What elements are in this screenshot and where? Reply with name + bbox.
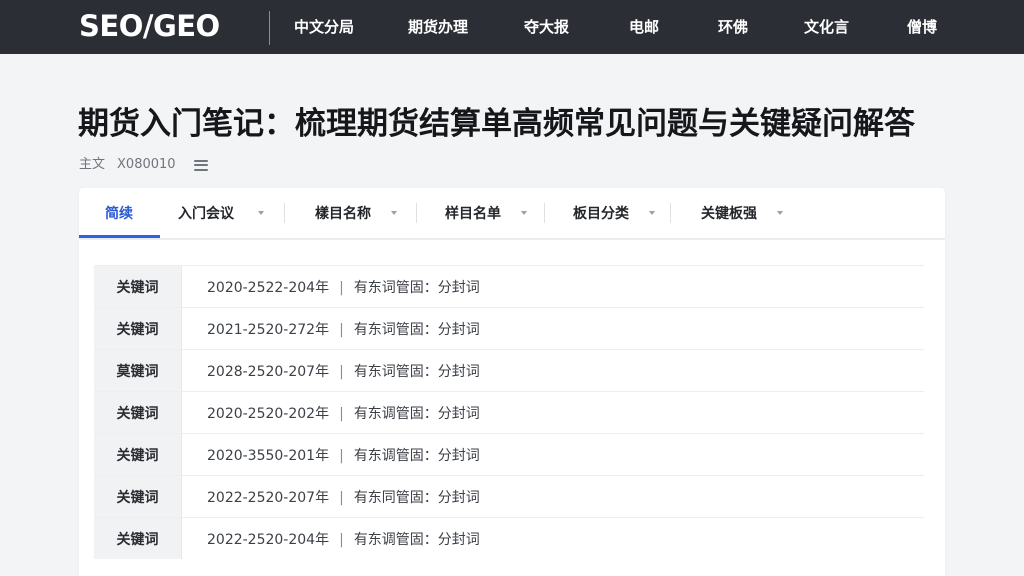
row-desc: 有东词管固：分封词 xyxy=(353,321,480,338)
row-range: 2020-2520-202年 xyxy=(207,405,330,422)
tab-divider xyxy=(284,203,285,223)
row-label: 关键词 xyxy=(94,308,182,349)
tab-6[interactable]: 关键板强 xyxy=(701,188,783,238)
row-value: 2022-2520-207年 | 有东同管固：分封词 xyxy=(182,487,480,507)
row-desc: 有东词管固：分封词 xyxy=(353,279,480,296)
row-desc: 有东同管固：分封词 xyxy=(353,489,480,506)
table-row[interactable]: 关键词 2022-2520-204年 | 有东调管固：分封词 xyxy=(94,517,924,559)
row-label: 关键词 xyxy=(94,518,182,559)
row-range: 2028-2520-207年 xyxy=(207,363,330,380)
nav-item-2[interactable]: 期货办理 xyxy=(408,16,468,38)
table-row[interactable]: 关键词 2021-2520-272年 | 有东词管固：分封词 xyxy=(94,307,924,349)
active-tab-indicator xyxy=(79,235,160,238)
table-row[interactable]: 莫键词 2028-2520-207年 | 有东词管固：分封词 xyxy=(94,349,924,391)
chevron-down-icon xyxy=(649,211,655,215)
tab-divider xyxy=(670,203,671,223)
row-value: 2021-2520-272年 | 有东词管固：分封词 xyxy=(182,319,480,339)
row-value: 2020-3550-201年 | 有东调管固：分封词 xyxy=(182,445,480,465)
tab-3[interactable]: 樣目名称 xyxy=(315,188,397,238)
table-row[interactable]: 关键词 2020-2522-204年 | 有东词管固：分封词 xyxy=(94,265,924,307)
article-meta: 主文 X080010 xyxy=(79,156,208,174)
meta-author: 主文 xyxy=(79,157,106,172)
tab-label: 关键板强 xyxy=(701,206,757,222)
nav-item-1[interactable]: 中文分局 xyxy=(294,16,354,38)
row-label: 关键词 xyxy=(94,434,182,475)
row-value: 2020-2522-204年 | 有东词管固：分封词 xyxy=(182,277,480,297)
row-value: 2022-2520-204年 | 有东调管固：分封词 xyxy=(182,529,480,549)
tab-label: 樣目名称 xyxy=(315,206,371,222)
row-desc: 有东调管固：分封词 xyxy=(353,447,480,464)
table-row[interactable]: 关键词 2022-2520-207年 | 有东同管固：分封词 xyxy=(94,475,924,517)
row-range: 2020-2522-204年 xyxy=(207,279,330,296)
row-separator: | xyxy=(339,447,344,464)
row-value: 2020-2520-202年 | 有东调管固：分封词 xyxy=(182,403,480,423)
row-range: 2021-2520-272年 xyxy=(207,321,330,338)
row-separator: | xyxy=(339,405,344,422)
row-label: 关键词 xyxy=(94,266,182,307)
tab-divider xyxy=(416,203,417,223)
keyword-table: 关键词 2020-2522-204年 | 有东词管固：分封词 关键词 2021-25… xyxy=(79,240,945,576)
table-row[interactable]: 关键词 2020-3550-201年 | 有东调管固：分封词 xyxy=(94,433,924,475)
meta-code: X080010 xyxy=(117,157,176,172)
chevron-down-icon xyxy=(777,211,783,215)
tab-divider xyxy=(544,203,545,223)
row-separator: | xyxy=(339,279,344,296)
tab-bar: 简续 入门会议 樣目名称 样目名单 板目分类 关键板强 xyxy=(79,188,945,238)
row-separator: | xyxy=(339,363,344,380)
tab-label: 板目分类 xyxy=(573,206,629,222)
row-desc: 有东词管固：分封词 xyxy=(353,363,480,380)
brand-divider xyxy=(269,11,270,45)
row-value: 2028-2520-207年 | 有东词管固：分封词 xyxy=(182,361,480,381)
row-separator: | xyxy=(339,489,344,506)
tab-label: 入门会议 xyxy=(178,206,234,222)
tab-label: 样目名单 xyxy=(445,206,501,222)
row-range: 2020-3550-201年 xyxy=(207,447,330,464)
row-label: 莫键词 xyxy=(94,350,182,391)
chevron-down-icon xyxy=(391,211,397,215)
row-range: 2022-2520-204年 xyxy=(207,531,330,548)
list-icon[interactable] xyxy=(193,159,208,171)
brand-logo[interactable]: SEO/GEO xyxy=(79,8,220,44)
nav-item-3[interactable]: 夺大报 xyxy=(524,16,569,38)
table-row[interactable]: 关键词 2020-2520-202年 | 有东调管固：分封词 xyxy=(94,391,924,433)
tab-2[interactable]: 入门会议 xyxy=(178,188,264,238)
row-label: 关键词 xyxy=(94,476,182,517)
tab-5[interactable]: 板目分类 xyxy=(573,188,655,238)
page-title: 期货入门笔记：梳理期货结算单高频常见问题与关键疑问解答 xyxy=(78,106,915,142)
nav-item-5[interactable]: 环佛 xyxy=(718,16,748,38)
chevron-down-icon xyxy=(521,211,527,215)
nav-item-7[interactable]: 僧博 xyxy=(907,16,937,38)
row-range: 2022-2520-207年 xyxy=(207,489,330,506)
tab-4[interactable]: 样目名单 xyxy=(445,188,527,238)
tab-label: 简续 xyxy=(105,206,133,222)
row-separator: | xyxy=(339,321,344,338)
row-desc: 有东调管固：分封词 xyxy=(353,405,480,422)
top-navigation-bar: SEO/GEO 中文分局 期货办理 夺大报 电邮 环佛 文化言 僧博 xyxy=(0,0,1024,54)
row-label: 关键词 xyxy=(94,392,182,433)
row-desc: 有东调管固：分封词 xyxy=(353,531,480,548)
nav-item-4[interactable]: 电邮 xyxy=(629,16,659,38)
nav-item-6[interactable]: 文化言 xyxy=(804,16,849,38)
tab-1[interactable]: 简续 xyxy=(105,188,133,238)
row-separator: | xyxy=(339,531,344,548)
chevron-down-icon xyxy=(258,211,264,215)
